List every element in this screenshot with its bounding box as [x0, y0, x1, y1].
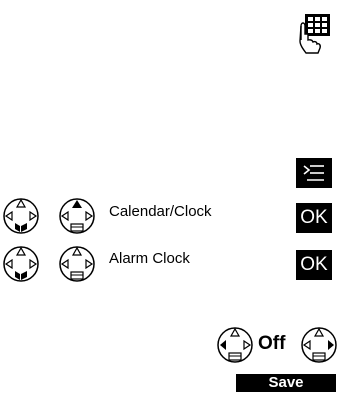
- nav-key-down-icon: [2, 197, 40, 235]
- nav-key-left-right-icon: [216, 326, 254, 364]
- value-display: Off: [258, 333, 286, 354]
- ok-key[interactable]: OK: [296, 203, 332, 233]
- menu-item-label: Calendar/Clock: [109, 203, 212, 220]
- nav-key-left-right-icon: [300, 326, 338, 364]
- ok-key-label: OK: [300, 207, 328, 228]
- menu-item-label: Alarm Clock: [109, 250, 190, 267]
- nav-key-down-icon: [2, 245, 40, 283]
- keypad-hand-icon: [298, 12, 332, 59]
- save-button[interactable]: Save: [236, 374, 336, 392]
- ok-key[interactable]: OK: [296, 250, 332, 280]
- menu-key[interactable]: [296, 158, 332, 188]
- nav-key-up-icon: [58, 245, 96, 283]
- ok-key-label: OK: [300, 254, 328, 275]
- menu-key-icon: [303, 165, 324, 181]
- nav-key-up-icon: [58, 197, 96, 235]
